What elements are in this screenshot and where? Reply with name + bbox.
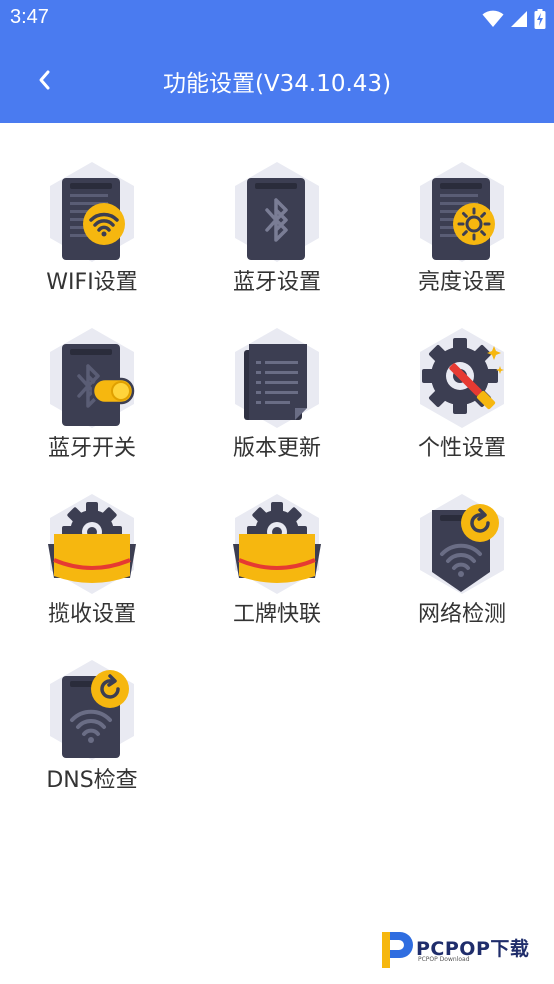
tile-label: 网络检测 [417, 602, 506, 627]
pickup-settings-icon [48, 494, 136, 594]
version-update-icon [235, 328, 319, 428]
status-bar: 3:47 [0, 0, 554, 38]
tile-wifi-settings[interactable]: WIFI设置 [17, 160, 167, 310]
wifi-icon [482, 10, 504, 27]
tile-label: WIFI设置 [46, 270, 138, 295]
tile-pickup-settings[interactable]: 揽收设置 [17, 492, 167, 642]
brightness-settings-icon [420, 162, 504, 262]
tile-badge-quick-connect[interactable]: 工牌快联 [202, 492, 352, 642]
tile-bluetooth-toggle[interactable]: 蓝牙开关 [17, 326, 167, 476]
battery-charging-icon [534, 9, 546, 29]
wifi-settings-icon [50, 162, 134, 262]
personalization-icon [420, 328, 504, 428]
status-icons [482, 8, 546, 30]
pcpop-watermark: PCPOP下载 PCPOP Download [376, 926, 548, 970]
tile-label: 蓝牙开关 [47, 436, 136, 461]
bluetooth-toggle-icon [50, 328, 135, 428]
tile-label: DNS检查 [46, 768, 138, 793]
tile-network-check[interactable]: 网络检测 [387, 492, 537, 642]
tile-version-update[interactable]: 版本更新 [202, 326, 352, 476]
watermark-sub: PCPOP Download [418, 956, 470, 963]
tile-brightness-settings[interactable]: 亮度设置 [387, 160, 537, 310]
status-time: 3:47 [10, 6, 49, 28]
top-bar: 3:47 功能设置(V34.10.43) [0, 0, 554, 123]
tile-label: 个性设置 [417, 436, 506, 461]
tile-label: 工牌快联 [232, 602, 321, 627]
tile-bluetooth-settings[interactable]: 蓝牙设置 [202, 160, 352, 310]
tile-label: 揽收设置 [47, 602, 136, 627]
tile-dns-check[interactable]: DNS检查 [17, 658, 167, 808]
pcpop-logo-icon [382, 932, 413, 968]
network-check-icon [420, 494, 504, 594]
tile-label: 版本更新 [232, 436, 321, 461]
app-bar: 功能设置(V34.10.43) [0, 38, 554, 123]
bluetooth-settings-icon [235, 162, 319, 262]
dns-check-icon [50, 660, 134, 760]
tile-label: 亮度设置 [417, 270, 506, 295]
tile-label: 蓝牙设置 [232, 270, 321, 295]
page-title: 功能设置(V34.10.43) [162, 71, 392, 97]
signal-icon [511, 11, 527, 27]
badge-quick-connect-icon [233, 494, 321, 594]
tile-personalization[interactable]: 个性设置 [387, 326, 537, 476]
